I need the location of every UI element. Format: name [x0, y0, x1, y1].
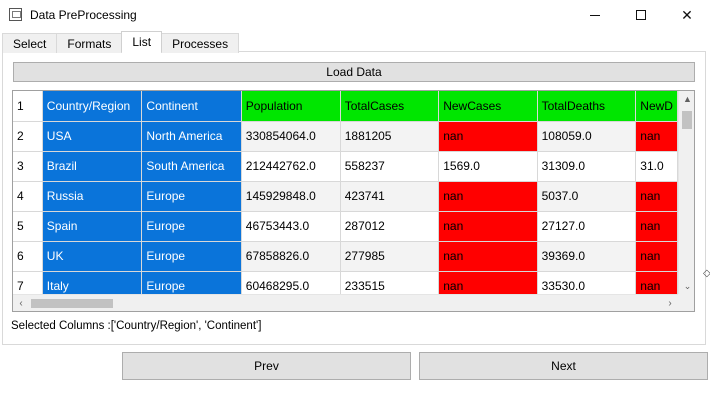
table-cell[interactable]: 5037.0 — [537, 181, 637, 212]
horizontal-scroll-thumb[interactable] — [31, 299, 113, 308]
tab-select[interactable]: Select — [2, 33, 58, 53]
table-cell[interactable]: 277985 — [340, 241, 440, 272]
table-cell[interactable]: Italy — [42, 271, 143, 294]
window-title: Data PreProcessing — [30, 8, 137, 22]
tab-bar: Select Formats List Processes — [2, 31, 240, 53]
row-number[interactable]: 4 — [13, 181, 43, 212]
table-cell[interactable]: 108059.0 — [537, 121, 637, 152]
column-header-cell[interactable]: TotalCases — [340, 91, 440, 122]
app-icon — [9, 8, 22, 21]
table-cell[interactable]: nan — [635, 181, 678, 212]
table-cell[interactable]: nan — [438, 181, 538, 212]
close-button[interactable]: ✕ — [664, 0, 710, 30]
row-number[interactable]: 1 — [13, 91, 43, 122]
table-row[interactable]: 3 Brazil South America 212442762.0 558237 156… — [13, 151, 678, 182]
table-cell[interactable]: 558237 — [340, 151, 440, 182]
resize-handle-icon[interactable]: ◇ — [703, 268, 710, 279]
selected-columns-label: Selected Columns :['Country/Region', 'Co… — [11, 320, 262, 332]
load-data-button[interactable]: Load Data — [13, 62, 695, 82]
scroll-corner — [678, 294, 694, 311]
tab-list[interactable]: List — [121, 31, 163, 52]
tab-processes[interactable]: Processes — [161, 33, 240, 53]
row-number[interactable]: 7 — [13, 271, 43, 294]
data-table[interactable]: 1 Country/Region Continent Population TotalC… — [12, 90, 695, 312]
table-cell[interactable]: 39369.0 — [537, 241, 637, 272]
column-header-cell[interactable]: TotalDeaths — [537, 91, 637, 122]
table-header-row[interactable]: 1 Country/Region Continent Population TotalC… — [13, 91, 678, 122]
title-bar: Data PreProcessing ✕ — [0, 0, 710, 30]
table-cell[interactable]: 31309.0 — [537, 151, 637, 182]
table-cell[interactable]: 33530.0 — [537, 271, 637, 294]
prev-button[interactable]: Prev — [122, 352, 411, 380]
table-row[interactable]: 7 Italy Europe 60468295.0 233515 nan 33530.0 na… — [13, 271, 678, 294]
horizontal-scrollbar[interactable]: ‹ › — [13, 294, 678, 311]
table-cell[interactable]: 1881205 — [340, 121, 440, 152]
table-cell[interactable]: 27127.0 — [537, 211, 637, 242]
table-row[interactable]: 2 USA North America 330854064.0 1881205 nan 10… — [13, 121, 678, 152]
scroll-left-icon[interactable]: ‹ — [13, 295, 29, 311]
minimize-icon — [590, 14, 600, 16]
table-cell[interactable]: nan — [635, 271, 678, 294]
row-number[interactable]: 2 — [13, 121, 43, 152]
row-number[interactable]: 5 — [13, 211, 43, 242]
table-cell[interactable]: Brazil — [42, 151, 143, 182]
table-cell[interactable]: nan — [438, 211, 538, 242]
table-cell[interactable]: 31.0 — [635, 151, 678, 182]
table-row[interactable]: 6 UK Europe 67858826.0 277985 nan 39369.0 nan — [13, 241, 678, 272]
close-icon: ✕ — [681, 6, 693, 23]
table-cell[interactable]: 233515 — [340, 271, 440, 294]
vertical-scroll-thumb[interactable] — [682, 111, 692, 129]
table-cell[interactable]: nan — [635, 211, 678, 242]
minimize-button[interactable] — [572, 0, 618, 30]
table-cell[interactable]: 46753443.0 — [241, 211, 341, 242]
column-header-cell[interactable]: Continent — [141, 91, 242, 122]
table-cell[interactable]: 330854064.0 — [241, 121, 341, 152]
maximize-icon — [636, 10, 646, 20]
column-header-cell[interactable]: NewD — [635, 91, 678, 122]
table-cell[interactable]: UK — [42, 241, 143, 272]
table-cell[interactable]: nan — [438, 241, 538, 272]
table-cell[interactable]: 212442762.0 — [241, 151, 341, 182]
column-header-cell[interactable]: Population — [241, 91, 341, 122]
column-header-cell[interactable]: NewCases — [438, 91, 538, 122]
column-header-cell[interactable]: Country/Region — [42, 91, 143, 122]
table-cell[interactable]: nan — [635, 121, 678, 152]
table-cell[interactable]: 67858826.0 — [241, 241, 341, 272]
table-cell[interactable]: nan — [635, 241, 678, 272]
scroll-up-icon[interactable]: ▲ — [679, 91, 694, 107]
table-row[interactable]: 4 Russia Europe 145929848.0 423741 nan 5037.0 n… — [13, 181, 678, 212]
row-number[interactable]: 3 — [13, 151, 43, 182]
row-number[interactable]: 6 — [13, 241, 43, 272]
next-button[interactable]: Next — [419, 352, 708, 380]
table-grid: 1 Country/Region Continent Population TotalC… — [13, 91, 678, 294]
table-cell[interactable]: 423741 — [340, 181, 440, 212]
table-cell[interactable]: nan — [438, 271, 538, 294]
table-row[interactable]: 5 Spain Europe 46753443.0 287012 nan 27127.0 na… — [13, 211, 678, 242]
table-cell[interactable]: Europe — [141, 181, 242, 212]
table-cell[interactable]: 287012 — [340, 211, 440, 242]
table-cell[interactable]: Europe — [141, 271, 242, 294]
table-cell[interactable]: South America — [141, 151, 242, 182]
table-cell[interactable]: nan — [438, 121, 538, 152]
table-cell[interactable]: Spain — [42, 211, 143, 242]
table-cell[interactable]: 145929848.0 — [241, 181, 341, 212]
tab-formats[interactable]: Formats — [56, 33, 123, 53]
table-cell[interactable]: USA — [42, 121, 143, 152]
scroll-right-icon[interactable]: › — [662, 295, 678, 311]
vertical-scrollbar[interactable]: ▲ ⌄ — [678, 91, 694, 294]
table-cell[interactable]: Europe — [141, 241, 242, 272]
maximize-button[interactable] — [618, 0, 664, 30]
table-cell[interactable]: Russia — [42, 181, 143, 212]
table-cell[interactable]: North America — [141, 121, 242, 152]
table-cell[interactable]: 1569.0 — [438, 151, 538, 182]
scroll-down-icon[interactable]: ⌄ — [679, 278, 694, 294]
table-cell[interactable]: 60468295.0 — [241, 271, 341, 294]
table-cell[interactable]: Europe — [141, 211, 242, 242]
